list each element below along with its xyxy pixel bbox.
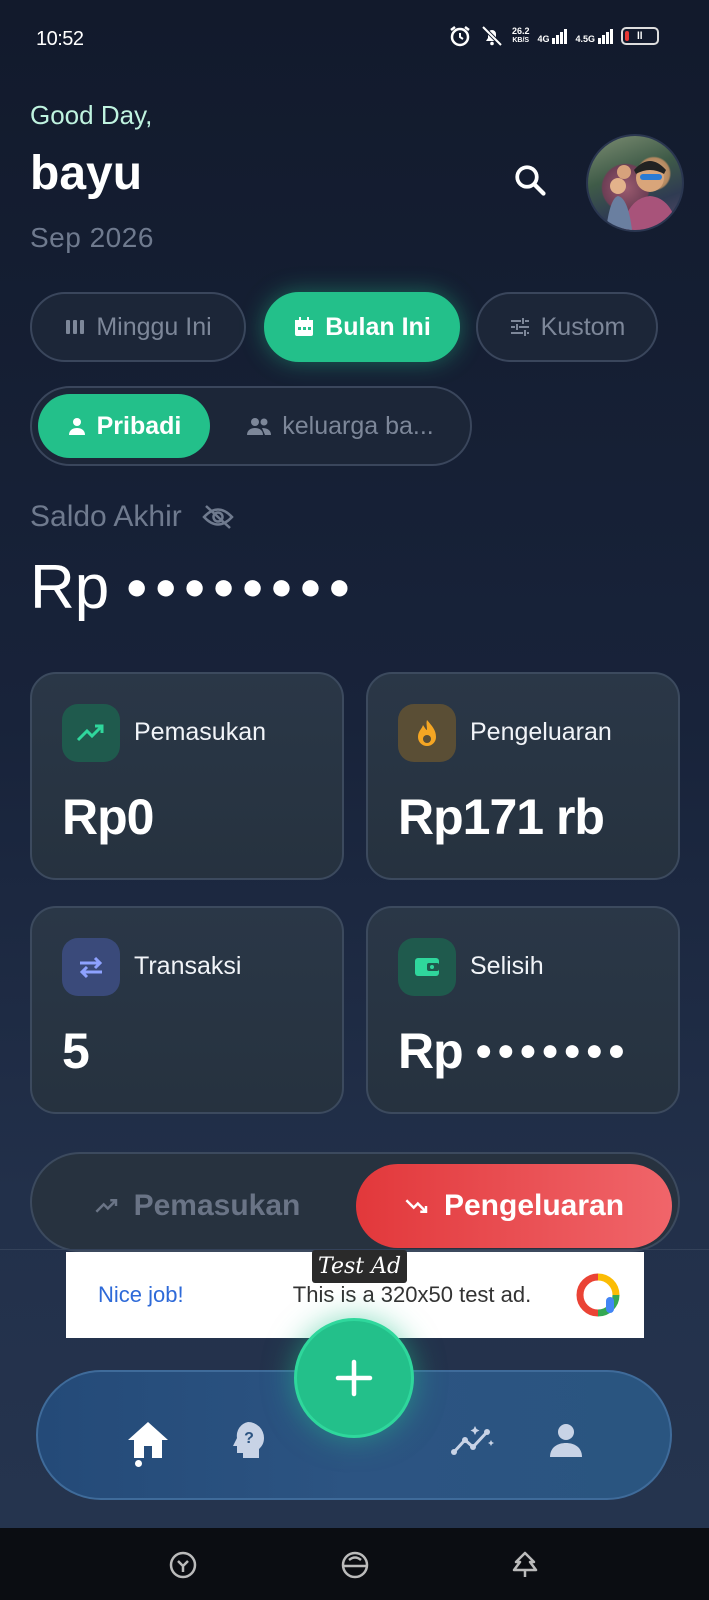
nav-help[interactable]: ? bbox=[218, 1410, 278, 1470]
system-nav-bar bbox=[0, 1528, 709, 1600]
difference-masked: ●●●●●●● bbox=[474, 1034, 630, 1067]
help-icon: ? bbox=[233, 1422, 264, 1458]
home-icon bbox=[128, 1422, 168, 1458]
battery-icon: ll bbox=[621, 27, 659, 45]
eye-off-icon[interactable] bbox=[202, 504, 234, 530]
trending-down-icon bbox=[405, 1199, 428, 1213]
search-icon bbox=[515, 165, 546, 196]
period-label: Sep 2026 bbox=[30, 222, 154, 253]
bars-icon bbox=[66, 320, 85, 334]
insights-icon bbox=[451, 1426, 494, 1455]
trending-up-icon bbox=[95, 1199, 117, 1213]
status-time: 10:52 bbox=[36, 28, 84, 50]
trending-up-icon bbox=[62, 704, 120, 762]
svg-text:?: ? bbox=[244, 1430, 254, 1447]
signal-sim2: 4.5G bbox=[575, 28, 613, 44]
status-icons: 26.2 KB/S 4G 4.5G ll bbox=[448, 24, 659, 48]
ad-tag: Test Ad bbox=[312, 1250, 408, 1283]
fire-icon bbox=[398, 704, 456, 762]
card-expense[interactable]: Pengeluaran Rp171 rb bbox=[366, 672, 680, 880]
scope-pribadi[interactable]: Pribadi bbox=[38, 394, 210, 458]
avatar-photo bbox=[606, 161, 678, 230]
sliders-icon bbox=[510, 318, 529, 336]
net-speed: 26.2 KB/S bbox=[511, 26, 530, 45]
chip-minggu-ini[interactable]: Minggu Ini bbox=[30, 292, 246, 362]
balance-masked: ●●●●●●●● bbox=[125, 566, 357, 608]
scope-selector: Pribadi keluarga ba... bbox=[30, 386, 472, 466]
chip-bulan-ini[interactable]: Bulan Ini bbox=[264, 292, 460, 362]
toggle-expense[interactable]: Pengeluaran bbox=[356, 1164, 672, 1248]
username: bayu bbox=[30, 147, 143, 200]
group-icon bbox=[247, 418, 272, 435]
back-nav-icon bbox=[169, 1551, 197, 1579]
card-income[interactable]: Pemasukan Rp0 bbox=[30, 672, 344, 880]
sys-back[interactable] bbox=[166, 1548, 200, 1582]
swap-icon bbox=[62, 938, 120, 996]
sys-recents[interactable] bbox=[508, 1548, 542, 1582]
signal-icon bbox=[552, 29, 568, 44]
ad-logo-icon bbox=[576, 1273, 620, 1317]
type-toggle: Pemasukan Pengeluaran bbox=[30, 1152, 680, 1252]
wallet-icon bbox=[398, 938, 456, 996]
scope-keluarga[interactable]: keluarga ba... bbox=[220, 394, 460, 458]
add-button[interactable] bbox=[294, 1318, 414, 1438]
search-button[interactable] bbox=[508, 158, 552, 202]
bell-off-icon bbox=[481, 25, 503, 47]
person-icon bbox=[68, 418, 85, 435]
profile-icon bbox=[550, 1424, 582, 1457]
ad-text: This is a 320x50 test ad. bbox=[292, 1282, 532, 1307]
balance-label: Saldo Akhir bbox=[30, 500, 234, 534]
avatar[interactable] bbox=[586, 134, 684, 232]
ad-title: Nice job! bbox=[98, 1282, 184, 1307]
toggle-income[interactable]: Pemasukan bbox=[42, 1164, 352, 1248]
greeting: Good Day, bbox=[30, 100, 153, 130]
alarm-icon bbox=[450, 26, 470, 47]
balance-value: Rp ●●●●●●●● bbox=[30, 553, 357, 622]
signal-icon bbox=[598, 29, 613, 44]
nav-profile[interactable] bbox=[536, 1410, 596, 1470]
home-nav-icon bbox=[341, 1551, 369, 1579]
nav-insights[interactable] bbox=[444, 1410, 504, 1470]
recents-nav-icon bbox=[512, 1551, 538, 1577]
chip-kustom[interactable]: Kustom bbox=[476, 292, 658, 362]
signal-sim1: 4G bbox=[537, 28, 568, 44]
calendar-icon bbox=[295, 317, 314, 336]
add-icon bbox=[335, 1359, 373, 1397]
card-difference[interactable]: Selisih Rp ●●●●●●● bbox=[366, 906, 680, 1114]
sys-home[interactable] bbox=[338, 1548, 372, 1582]
nav-home[interactable] bbox=[118, 1410, 178, 1470]
nav-active-indicator bbox=[135, 1460, 142, 1467]
card-transactions[interactable]: Transaksi 5 bbox=[30, 906, 344, 1114]
